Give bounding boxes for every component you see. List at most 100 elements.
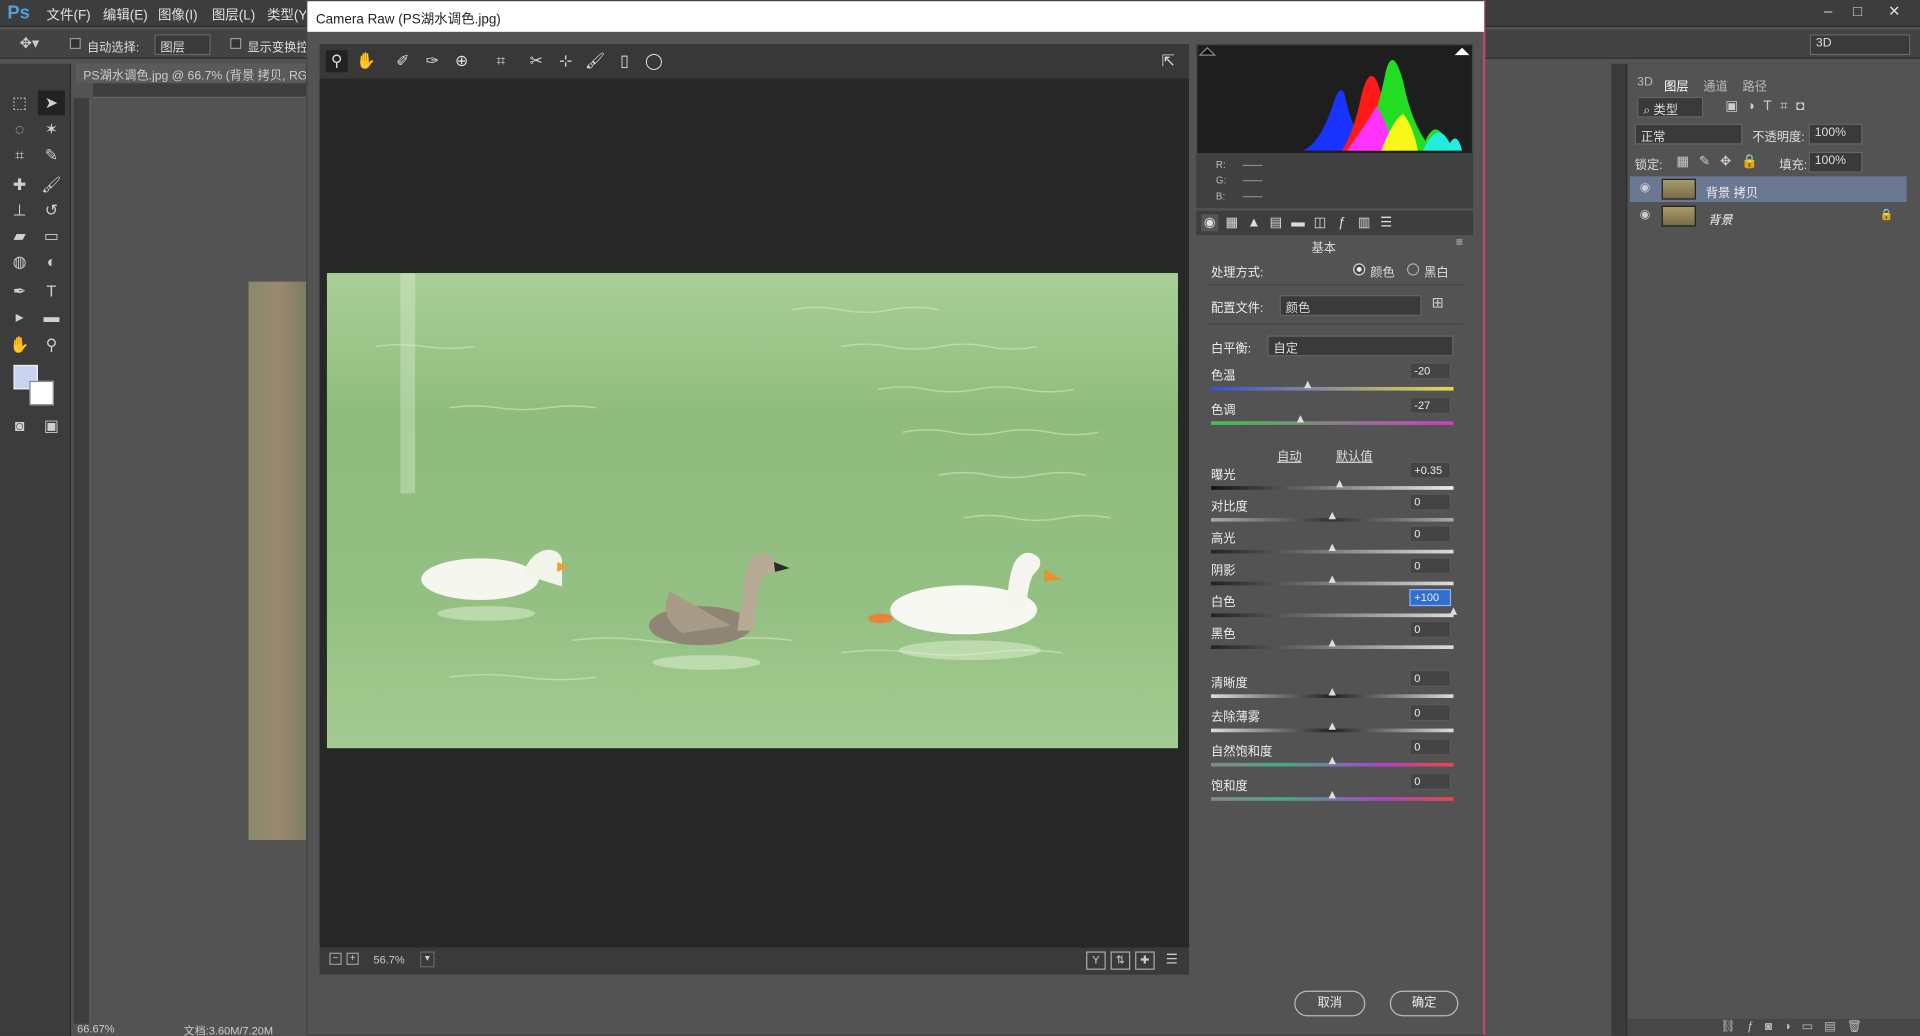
tab-paths[interactable]: 路径 bbox=[1742, 76, 1766, 94]
fullscreen-toggle-icon[interactable]: ⇱ bbox=[1157, 50, 1179, 72]
slider-track[interactable] bbox=[1211, 486, 1454, 490]
crop-tool-icon[interactable]: ⌗ bbox=[490, 50, 512, 72]
move-tool-icon[interactable]: ✥▾ bbox=[20, 34, 40, 51]
blur-tool-icon[interactable]: ◍ bbox=[6, 250, 33, 274]
minimize-button[interactable]: – bbox=[1817, 2, 1839, 22]
ok-button[interactable]: 确定 bbox=[1389, 990, 1459, 1017]
slider-value-input[interactable]: +0.35 bbox=[1409, 461, 1452, 479]
slider-thumb[interactable] bbox=[1328, 543, 1336, 552]
tab-layers[interactable]: 图层 bbox=[1664, 76, 1688, 94]
eye-icon[interactable]: ◉ bbox=[1640, 181, 1651, 194]
workspace-dropdown[interactable]: 3D bbox=[1809, 34, 1911, 56]
healing-brush-icon[interactable]: ✚ bbox=[6, 173, 33, 197]
maximize-button[interactable]: □ bbox=[1847, 2, 1869, 22]
slider-thumb[interactable] bbox=[1328, 639, 1336, 647]
history-brush-icon[interactable]: ↺ bbox=[38, 198, 65, 222]
gradient-tool-icon[interactable]: ▭ bbox=[38, 224, 65, 248]
document-canvas[interactable] bbox=[248, 281, 309, 841]
slider-value-input[interactable]: -27 bbox=[1409, 396, 1452, 414]
show-transform-checkbox[interactable] bbox=[230, 37, 242, 49]
stamp-tool-icon[interactable]: ⊥ bbox=[6, 198, 33, 222]
slider-thumb[interactable] bbox=[1335, 480, 1344, 488]
eyedropper-tool-icon[interactable]: ✎ bbox=[38, 143, 65, 167]
slider-value-input[interactable]: 0 bbox=[1409, 493, 1452, 511]
toggle-settings-icon[interactable]: ☰ bbox=[1162, 951, 1182, 969]
hand-tool-icon[interactable]: ✋ bbox=[355, 50, 377, 72]
radial-filter-icon[interactable]: ◯ bbox=[643, 50, 665, 72]
slider-value-input[interactable]: 0 bbox=[1409, 772, 1452, 790]
document-tab[interactable]: PS湖水调色.jpg @ 66.7% (背景 拷贝, RGB bbox=[75, 63, 309, 84]
eye-icon[interactable]: ◉ bbox=[1640, 208, 1651, 221]
slider-thumb[interactable] bbox=[1328, 756, 1336, 765]
slider-thumb[interactable] bbox=[1328, 688, 1336, 696]
adjustment-brush-icon[interactable]: 🖌 bbox=[584, 50, 606, 72]
copy-settings-icon[interactable]: ✚ bbox=[1135, 951, 1155, 970]
menu-edit[interactable]: 编辑(E) bbox=[103, 5, 148, 25]
slider-value-input[interactable]: +100 bbox=[1409, 588, 1452, 607]
target-adjust-icon[interactable]: ⊕ bbox=[451, 50, 473, 72]
marquee-tool-icon[interactable]: ⬚ bbox=[6, 91, 33, 115]
type-tool-icon[interactable]: T bbox=[38, 279, 65, 303]
zoom-tool-icon[interactable]: ⚲ bbox=[38, 333, 65, 357]
slider-thumb[interactable] bbox=[1297, 415, 1305, 423]
white-balance-tool-icon[interactable]: ✐ bbox=[392, 50, 414, 72]
slider-thumb[interactable] bbox=[1328, 575, 1336, 583]
graduated-filter-icon[interactable]: ▯ bbox=[613, 50, 635, 72]
swap-settings-icon[interactable]: ⇅ bbox=[1110, 951, 1131, 970]
layer-action-icons[interactable]: ⛓ƒ◙◑▭▤🗑 bbox=[1720, 1020, 1873, 1033]
tab-3d[interactable]: 3D bbox=[1637, 76, 1653, 89]
menu-file[interactable]: 文件(F) bbox=[47, 5, 91, 25]
auto-select-dropdown[interactable]: 图层 bbox=[154, 34, 211, 56]
red-eye-icon[interactable]: ⊹ bbox=[555, 50, 577, 72]
layer-row[interactable]: ◉ 背景 拷贝 bbox=[1629, 176, 1907, 203]
quick-mask-icon[interactable]: ◙ bbox=[6, 414, 33, 438]
path-select-icon[interactable]: ▸ bbox=[6, 305, 33, 329]
slider-thumb[interactable] bbox=[1449, 607, 1458, 615]
slider-thumb[interactable] bbox=[1328, 722, 1336, 730]
zoom-tool-icon[interactable]: ⚲ bbox=[325, 50, 348, 73]
eraser-tool-icon[interactable]: ▰ bbox=[6, 224, 33, 248]
fill-input[interactable]: 100% bbox=[1808, 151, 1863, 173]
crop-tool-icon[interactable]: ⌗ bbox=[6, 143, 33, 167]
filter-icons[interactable]: ▣◑T⌗◘ bbox=[1725, 98, 1813, 115]
magic-wand-icon[interactable]: ✶ bbox=[38, 118, 65, 142]
close-button[interactable]: ✕ bbox=[1883, 2, 1905, 22]
layer-name[interactable]: 背景 bbox=[1708, 209, 1732, 227]
slider-value-input[interactable]: -20 bbox=[1409, 362, 1452, 380]
brush-tool-icon[interactable]: 🖌 bbox=[38, 173, 65, 197]
pen-tool-icon[interactable]: ✒ bbox=[6, 279, 33, 303]
layer-row[interactable]: ◉ 背景 🔒 bbox=[1630, 203, 1907, 229]
zoom-in-button[interactable]: + bbox=[346, 952, 359, 965]
slider-thumb[interactable] bbox=[1304, 380, 1312, 389]
screen-mode-icon[interactable]: ▣ bbox=[38, 414, 65, 438]
menu-type[interactable]: 类型(Y bbox=[267, 5, 307, 25]
before-after-icon[interactable]: Y bbox=[1086, 951, 1106, 970]
shape-tool-icon[interactable]: ▬ bbox=[38, 305, 65, 329]
slider-track[interactable] bbox=[1211, 386, 1454, 391]
spot-removal-icon[interactable]: ✂ bbox=[525, 50, 547, 72]
slider-track[interactable] bbox=[1211, 613, 1454, 618]
slider-value-input[interactable]: 0 bbox=[1409, 557, 1452, 575]
cancel-button[interactable]: 取消 bbox=[1294, 990, 1366, 1017]
zoom-dropdown-icon[interactable]: ▾ bbox=[420, 951, 435, 968]
zoom-out-button[interactable]: − bbox=[329, 952, 342, 965]
layer-name[interactable]: 背景 拷贝 bbox=[1706, 182, 1758, 200]
opacity-input[interactable]: 100% bbox=[1808, 123, 1863, 145]
menu-image[interactable]: 图像(I) bbox=[158, 5, 198, 25]
lock-icons[interactable]: ▦✎✥🔒 bbox=[1676, 153, 1767, 169]
color-sampler-icon[interactable]: ✑ bbox=[421, 50, 443, 72]
blend-mode-dropdown[interactable]: 正常 bbox=[1634, 123, 1743, 145]
slider-value-input[interactable]: 0 bbox=[1409, 704, 1452, 722]
background-color-swatch[interactable] bbox=[29, 380, 54, 406]
layer-filter-dropdown[interactable]: ⌕ 类型 bbox=[1637, 96, 1704, 118]
slider-value-input[interactable]: 0 bbox=[1409, 669, 1452, 687]
hand-tool-icon[interactable]: ✋ bbox=[6, 333, 33, 357]
menu-layer[interactable]: 图层(L) bbox=[212, 5, 255, 25]
slider-track[interactable] bbox=[1211, 421, 1454, 425]
slider-value-input[interactable]: 0 bbox=[1409, 620, 1452, 638]
auto-select-checkbox[interactable] bbox=[69, 37, 81, 49]
move-tool-icon[interactable]: ➤ bbox=[37, 90, 65, 116]
tab-channels[interactable]: 通道 bbox=[1703, 76, 1727, 94]
slider-value-input[interactable]: 0 bbox=[1409, 525, 1452, 543]
slider-thumb[interactable] bbox=[1328, 791, 1336, 799]
